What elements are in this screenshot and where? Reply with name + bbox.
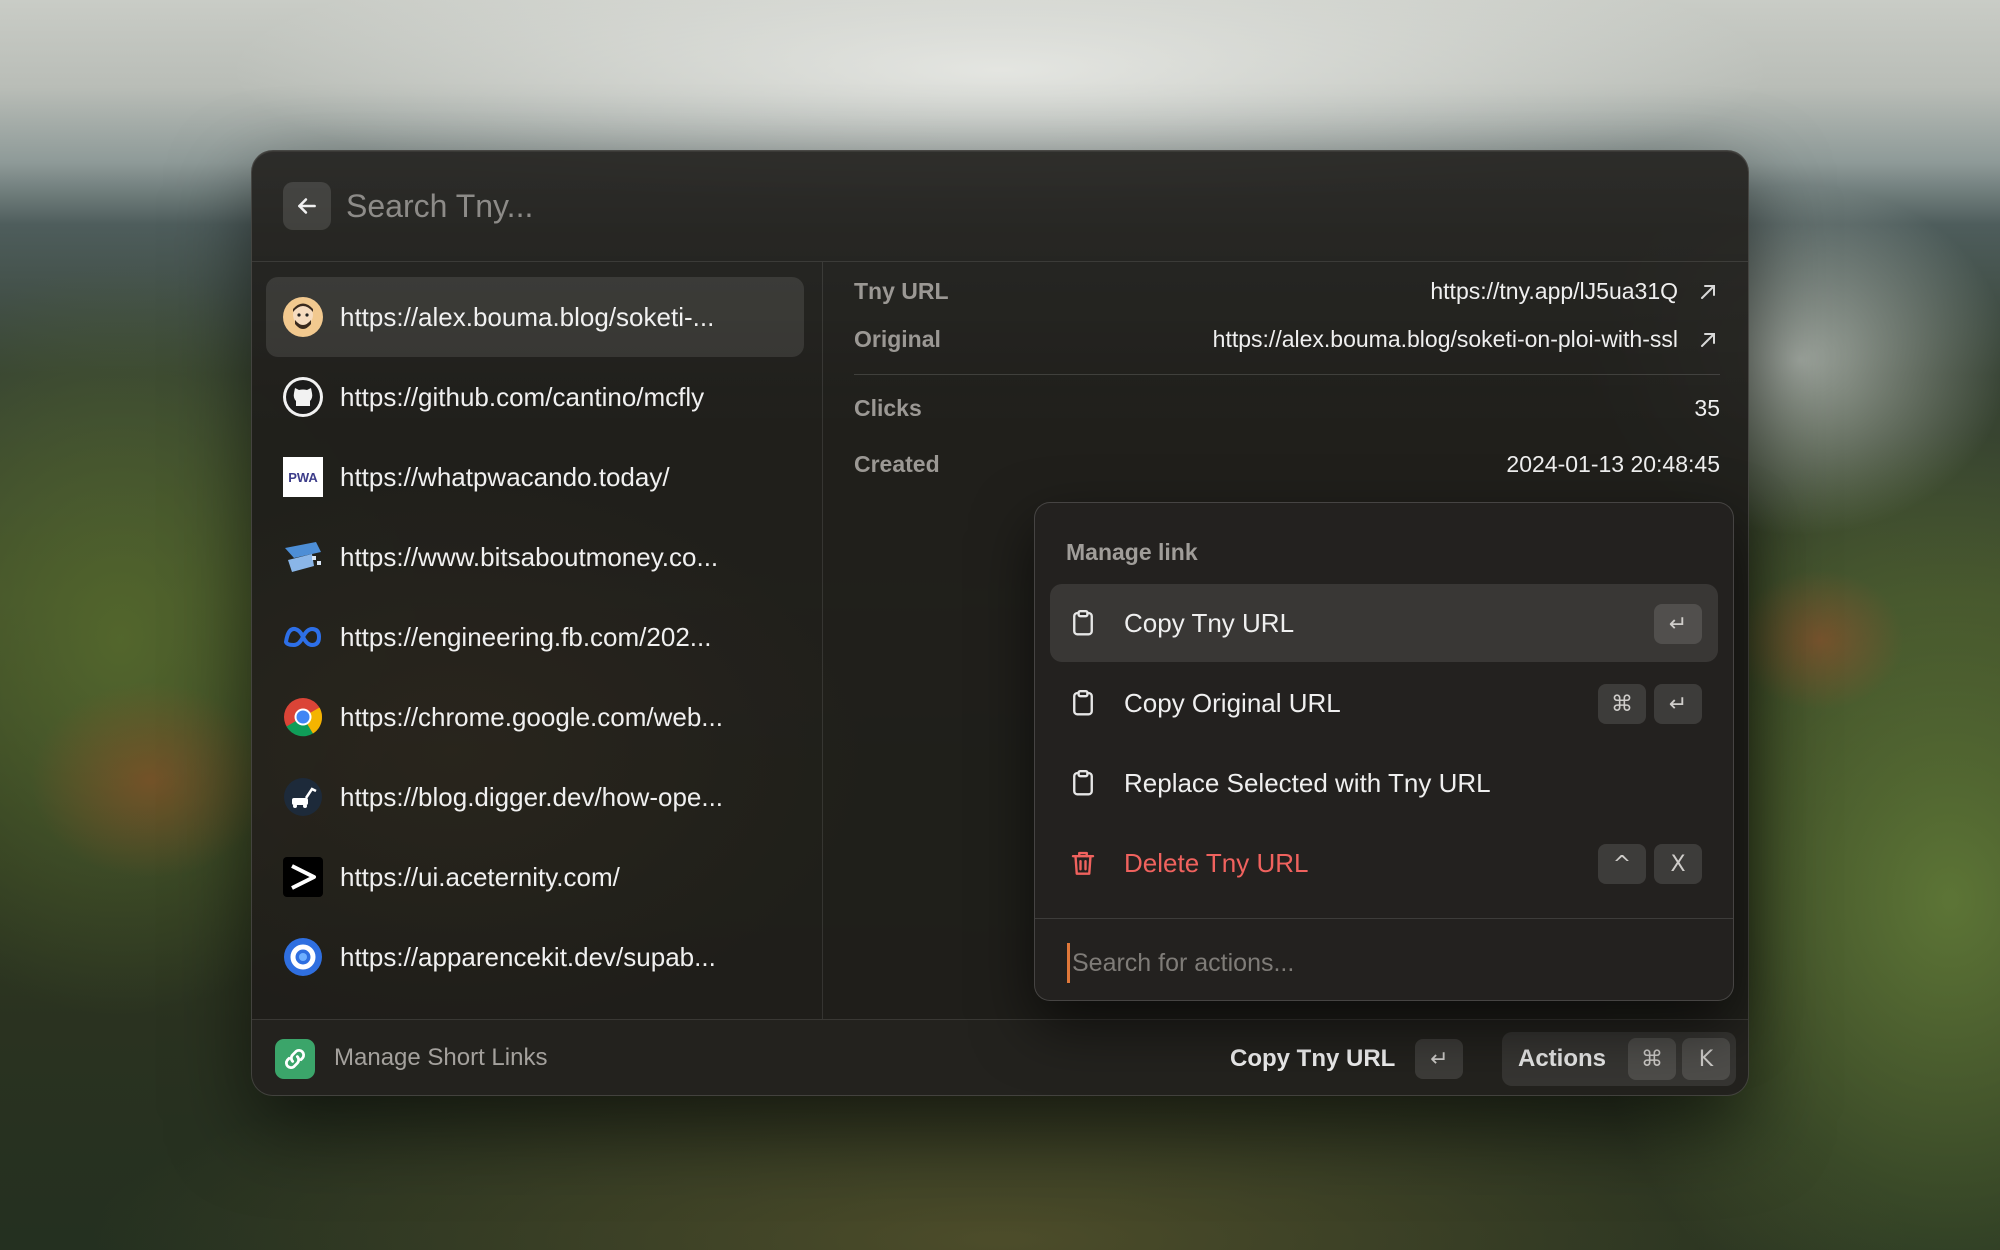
list-item[interactable]: https://ui.aceternity.com/	[266, 837, 804, 917]
original-value[interactable]: https://alex.bouma.blog/soketi-on-ploi-w…	[1213, 326, 1720, 353]
clicks-row: Clicks 35	[854, 395, 1720, 422]
back-button[interactable]	[283, 182, 331, 230]
command-key-icon: ⌘	[1598, 684, 1646, 724]
list-item[interactable]: https://github.com/cantino/mcfly	[266, 357, 804, 437]
list-item-label: https://github.com/cantino/mcfly	[340, 381, 705, 412]
clipboard-icon	[1073, 769, 1093, 796]
clicks-label: Clicks	[854, 395, 922, 421]
return-key-icon: ↵	[1415, 1039, 1464, 1079]
copy-original-url-action[interactable]: Copy Original URL ⌘ ↵	[1050, 664, 1718, 742]
list-item-label: https://alex.bouma.blog/soketi-...	[340, 301, 715, 332]
svg-text:PWA: PWA	[288, 470, 318, 485]
list-item-label: https://blog.digger.dev/how-ope...	[340, 781, 724, 812]
list-item-label: https://www.bitsaboutmoney.co...	[340, 541, 719, 572]
delete-tny-url-action[interactable]: Delete Tny URL ^ X	[1050, 824, 1718, 902]
menu-item-label: Delete Tny URL	[1124, 847, 1309, 878]
original-row: Original https://alex.bouma.blog/soketi-…	[854, 326, 1720, 353]
list-item-label: https://whatpwacando.today/	[340, 461, 670, 492]
clicks-value: 35	[1694, 395, 1720, 421]
command-key-icon: ⌘	[1628, 1038, 1676, 1080]
list-item[interactable]: https://blog.digger.dev/how-ope...	[266, 757, 804, 837]
original-label: Original	[854, 326, 941, 352]
control-key-icon: ^	[1598, 844, 1646, 884]
apparencekit-icon	[282, 936, 324, 978]
bitsaboutmoney-icon	[282, 536, 324, 578]
list-item[interactable]: https://alex.bouma.blog/soketi-...	[266, 277, 804, 357]
menu-section-title: Manage link	[1066, 539, 1198, 565]
link-app-icon	[275, 1039, 315, 1079]
return-key-icon: ↵	[1654, 684, 1702, 724]
pwa-icon: PWA	[282, 456, 324, 498]
tny-url-value[interactable]: https://tny.app/lJ5ua31Q	[1430, 278, 1720, 305]
list-item-label: https://chrome.google.com/web...	[340, 701, 723, 732]
details-divider	[854, 374, 1720, 375]
search-input[interactable]	[346, 176, 1346, 236]
tny-url-row: Tny URL https://tny.app/lJ5ua31Q	[854, 278, 1720, 305]
replace-selected-action[interactable]: Replace Selected with Tny URL	[1050, 744, 1718, 822]
footer-bar: Manage Short Links Copy Tny URL ↵ Action…	[252, 1019, 1748, 1095]
avatar-favicon-icon	[282, 296, 324, 338]
primary-action-button[interactable]: Copy Tny URL ↵	[1230, 1034, 1464, 1084]
search-bar	[252, 151, 1748, 262]
original-url-text: https://alex.bouma.blog/soketi-on-ploi-w…	[1212, 326, 1678, 352]
list-item[interactable]: https://engineering.fb.com/202...	[266, 597, 804, 677]
links-list: https://alex.bouma.blog/soketi-... https…	[252, 262, 823, 1019]
actions-shortcut: ⌘ K	[1628, 1038, 1730, 1080]
menu-divider	[1035, 918, 1733, 919]
list-item[interactable]: https://apparencekit.dev/supab...	[266, 917, 804, 997]
github-icon	[282, 376, 324, 418]
primary-action-label: Copy Tny URL	[1230, 1045, 1396, 1072]
chrome-icon	[282, 696, 324, 738]
trash-icon	[1071, 851, 1095, 875]
list-item-label: https://ui.aceternity.com/	[340, 861, 620, 892]
digger-icon	[282, 776, 324, 818]
list-item[interactable]: https://www.bitsaboutmoney.co...	[266, 517, 804, 597]
shortcut-keys: ⌘ ↵	[1598, 684, 1702, 724]
shortcut-keys: ↵	[1654, 604, 1702, 644]
clipboard-icon	[1073, 609, 1093, 636]
meta-icon	[282, 616, 324, 658]
return-key-icon: ↵	[1654, 604, 1702, 644]
menu-item-label: Replace Selected with Tny URL	[1124, 767, 1491, 798]
tny-url-label: Tny URL	[854, 278, 949, 304]
list-item[interactable]: PWA https://whatpwacando.today/	[266, 437, 804, 517]
created-label: Created	[854, 451, 940, 477]
tny-url-text: https://tny.app/lJ5ua31Q	[1430, 278, 1678, 304]
actions-menu: Manage link Copy Tny URL ↵ Copy Original…	[1034, 502, 1734, 1001]
clipboard-icon	[1073, 689, 1093, 716]
menu-item-label: Copy Original URL	[1124, 687, 1341, 718]
created-value: 2024-01-13 20:48:45	[1506, 451, 1720, 477]
arrow-left-icon	[298, 198, 316, 214]
menu-item-label: Copy Tny URL	[1124, 607, 1295, 638]
action-search-input[interactable]	[1067, 943, 1687, 983]
list-item-label: https://apparencekit.dev/supab...	[340, 941, 716, 972]
created-row: Created 2024-01-13 20:48:45	[854, 451, 1720, 478]
x-key: X	[1654, 844, 1702, 884]
shortcut-keys: ^ X	[1598, 844, 1702, 884]
external-link-icon	[1701, 284, 1715, 299]
actions-button[interactable]: Actions ⌘ K	[1502, 1032, 1736, 1086]
footer-title: Manage Short Links	[334, 1044, 548, 1071]
copy-tny-url-action[interactable]: Copy Tny URL ↵	[1050, 584, 1718, 662]
aceternity-icon	[282, 856, 324, 898]
external-link-icon	[1701, 332, 1715, 347]
list-item[interactable]: https://chrome.google.com/web...	[266, 677, 804, 757]
list-item-label: https://engineering.fb.com/202...	[340, 621, 712, 652]
k-key: K	[1682, 1038, 1730, 1080]
actions-label: Actions	[1518, 1045, 1607, 1072]
